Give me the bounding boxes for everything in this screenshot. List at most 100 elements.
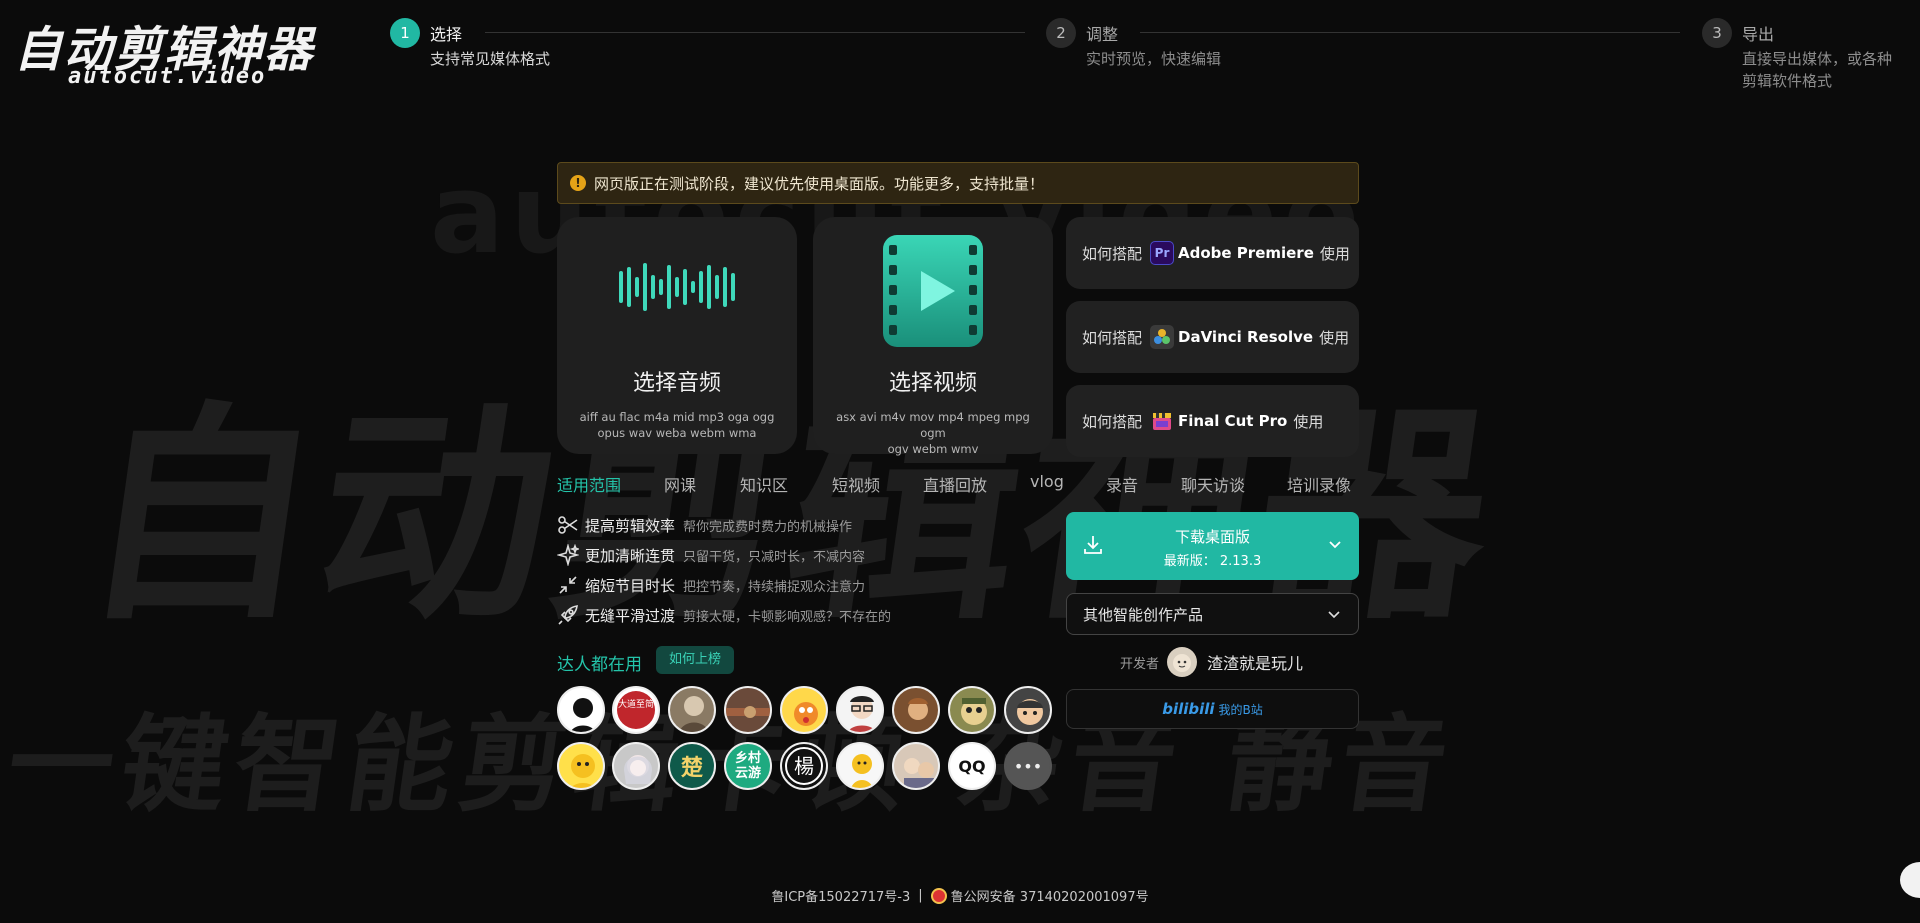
police-record-link[interactable]: 鲁公网安备 37140202001097号	[951, 886, 1149, 905]
guide-davinci-resolve[interactable]: 如何搭配 DaVinci Resolve 使用	[1066, 301, 1359, 373]
expert-avatar[interactable]	[836, 686, 884, 734]
expert-avatar[interactable]	[892, 686, 940, 734]
expert-avatar[interactable]	[836, 742, 884, 790]
format-line: opus wav weba webm wma	[597, 426, 757, 440]
scope-label: 适用范围	[557, 476, 622, 495]
davinci-icon	[1150, 325, 1175, 349]
step-number: 1	[390, 18, 420, 48]
expert-avatar[interactable]	[557, 742, 605, 790]
download-desktop-button[interactable]: 下载桌面版 最新版： 2.13.3	[1066, 512, 1359, 580]
developer-name: 渣渣就是玩儿	[1207, 654, 1304, 673]
step-number: 3	[1702, 18, 1732, 48]
avatar-emblem: 楊	[785, 747, 823, 785]
step-connector	[1140, 32, 1680, 33]
card-title: 选择视频	[888, 371, 977, 396]
step-number: 2	[1046, 18, 1076, 48]
clapper-icon	[1150, 409, 1174, 433]
guide-suffix: 使用	[1293, 412, 1324, 431]
experts-title: 达人都在用	[557, 655, 642, 675]
logo-title: 自动剪辑神器	[14, 22, 315, 78]
scope-item: 录音	[1106, 476, 1139, 495]
expert-avatar[interactable]	[948, 686, 996, 734]
footer: 鲁ICP备15022717号-3 | 鲁公网安备 37140202001097号	[0, 886, 1920, 905]
developer-info[interactable]: 开发者 渣渣就是玩儿	[1120, 647, 1303, 677]
expert-avatar[interactable]	[892, 742, 940, 790]
feature-name: 缩短节目时长	[585, 576, 676, 595]
avatar-seal: 大道至简	[617, 691, 655, 729]
guide-final-cut-pro[interactable]: 如何搭配 Final Cut Pro 使用	[1066, 385, 1359, 457]
rocket-icon	[557, 604, 579, 626]
scope-item: 短视频	[832, 476, 881, 495]
bilibili-link[interactable]: bilibili 我的B站	[1066, 689, 1359, 729]
bilibili-text: 我的B站	[1218, 702, 1263, 717]
warning-icon: !	[570, 175, 586, 191]
feature-item: 更加清晰连贯 只留干货，只减时长，不减内容	[557, 543, 865, 567]
expert-avatar[interactable]: 楊	[780, 742, 828, 790]
usage-scope-row: 适用范围 网课 知识区 短视频 直播回放 vlog 录音 聊天访谈 培训录像	[557, 472, 1357, 496]
feature-description: 帮你完成费时费力的机械操作	[683, 519, 853, 535]
step-description-line: 剪辑软件格式	[1742, 72, 1833, 90]
notice-text: 网页版正在测试阶段，建议优先使用桌面版。功能更多，支持批量！	[594, 174, 1045, 193]
how-to-rank-button[interactable]: 如何上榜	[656, 646, 734, 674]
format-line: aiff au flac m4a mid mp3 oga ogg	[579, 410, 775, 424]
scope-item: 聊天访谈	[1181, 476, 1246, 495]
feature-item: 缩短节目时长 把控节奏，持续捕捉观众注意力	[557, 573, 865, 597]
guide-suffix: 使用	[1319, 244, 1350, 263]
other-products-label: 其他智能创作产品	[1083, 605, 1204, 624]
guide-app-name: Final Cut Pro	[1178, 412, 1288, 430]
scope-item: 网课	[664, 476, 697, 495]
guide-prefix: 如何搭配	[1082, 244, 1143, 263]
download-version: 最新版： 2.13.3	[1163, 554, 1262, 569]
scope-item: 直播回放	[923, 476, 988, 495]
progress-steps: 1 选择 支持常见媒体格式 2 调整 实时预览，快速编辑 3 导出 直接导出媒体…	[390, 18, 1900, 98]
expert-avatar[interactable]	[1004, 686, 1052, 734]
shrink-icon	[557, 574, 579, 596]
select-video-card[interactable]: 选择视频 asx avi m4v mov mp4 mpeg mpg ogm og…	[813, 217, 1053, 457]
bilibili-logo: bilibili	[1162, 700, 1215, 718]
video-film-play-icon	[813, 231, 1053, 355]
download-title: 下载桌面版	[1174, 528, 1250, 546]
expert-avatar[interactable]: 乡村云游	[724, 742, 772, 790]
sparkle-icon	[557, 544, 579, 566]
expert-avatar[interactable]	[724, 686, 772, 734]
guide-adobe-premiere[interactable]: 如何搭配 Pr Adobe Premiere 使用	[1066, 217, 1359, 289]
audio-waveform-icon	[557, 257, 797, 321]
feature-description: 只留干货，只减时长，不减内容	[683, 549, 866, 565]
step-description-line: 直接导出媒体，或各种	[1742, 50, 1893, 68]
scope-item: 知识区	[740, 476, 789, 495]
expert-avatar[interactable]	[668, 686, 716, 734]
video-format-list: asx avi m4v mov mp4 mpeg mpg ogm ogv web…	[813, 409, 1053, 457]
step-title: 调整	[1086, 25, 1119, 44]
guide-prefix: 如何搭配	[1082, 328, 1143, 347]
chevron-down-icon	[1326, 606, 1342, 626]
step-description: 直接导出媒体，或各种 剪辑软件格式	[1742, 48, 1912, 92]
feature-description: 把控节奏，持续捕捉观众注意力	[683, 579, 866, 595]
select-audio-card[interactable]: 选择音频 aiff au flac m4a mid mp3 oga ogg op…	[557, 217, 797, 454]
expert-avatar[interactable]	[612, 742, 660, 790]
other-products-dropdown[interactable]: 其他智能创作产品	[1066, 593, 1359, 635]
footer-separator: |	[918, 888, 923, 903]
card-title: 选择音频	[632, 371, 721, 396]
expert-avatar[interactable]	[780, 686, 828, 734]
step-title: 选择	[430, 25, 463, 44]
expert-avatar[interactable]	[557, 686, 605, 734]
feature-name: 提高剪辑效率	[585, 516, 676, 535]
expert-avatar[interactable]: QQ	[948, 742, 996, 790]
expert-avatar[interactable]: 大道至简	[612, 686, 660, 734]
guide-app-name: Adobe Premiere	[1178, 244, 1314, 262]
beta-notice-banner: ! 网页版正在测试阶段，建议优先使用桌面版。功能更多，支持批量！	[557, 162, 1359, 204]
site-logo[interactable]: 自动剪辑神器	[14, 10, 314, 80]
expert-avatar[interactable]: 楚	[668, 742, 716, 790]
step-description: 实时预览，快速编辑	[1086, 50, 1222, 68]
chevron-down-icon[interactable]	[1327, 536, 1343, 556]
feature-description: 剪接太硬，卡顿影响观感？不存在的	[683, 609, 892, 625]
police-badge-icon	[930, 887, 947, 904]
more-experts-button[interactable]: •••	[1004, 742, 1052, 790]
icp-link[interactable]: 鲁ICP备15022717号-3	[771, 886, 910, 905]
feature-name: 更加清晰连贯	[585, 546, 676, 565]
guide-suffix: 使用	[1319, 328, 1350, 347]
step-connector	[485, 32, 1025, 33]
developer-label: 开发者	[1120, 656, 1160, 672]
scope-item: 培训录像	[1287, 476, 1352, 495]
audio-format-list: aiff au flac m4a mid mp3 oga ogg opus wa…	[557, 409, 797, 441]
